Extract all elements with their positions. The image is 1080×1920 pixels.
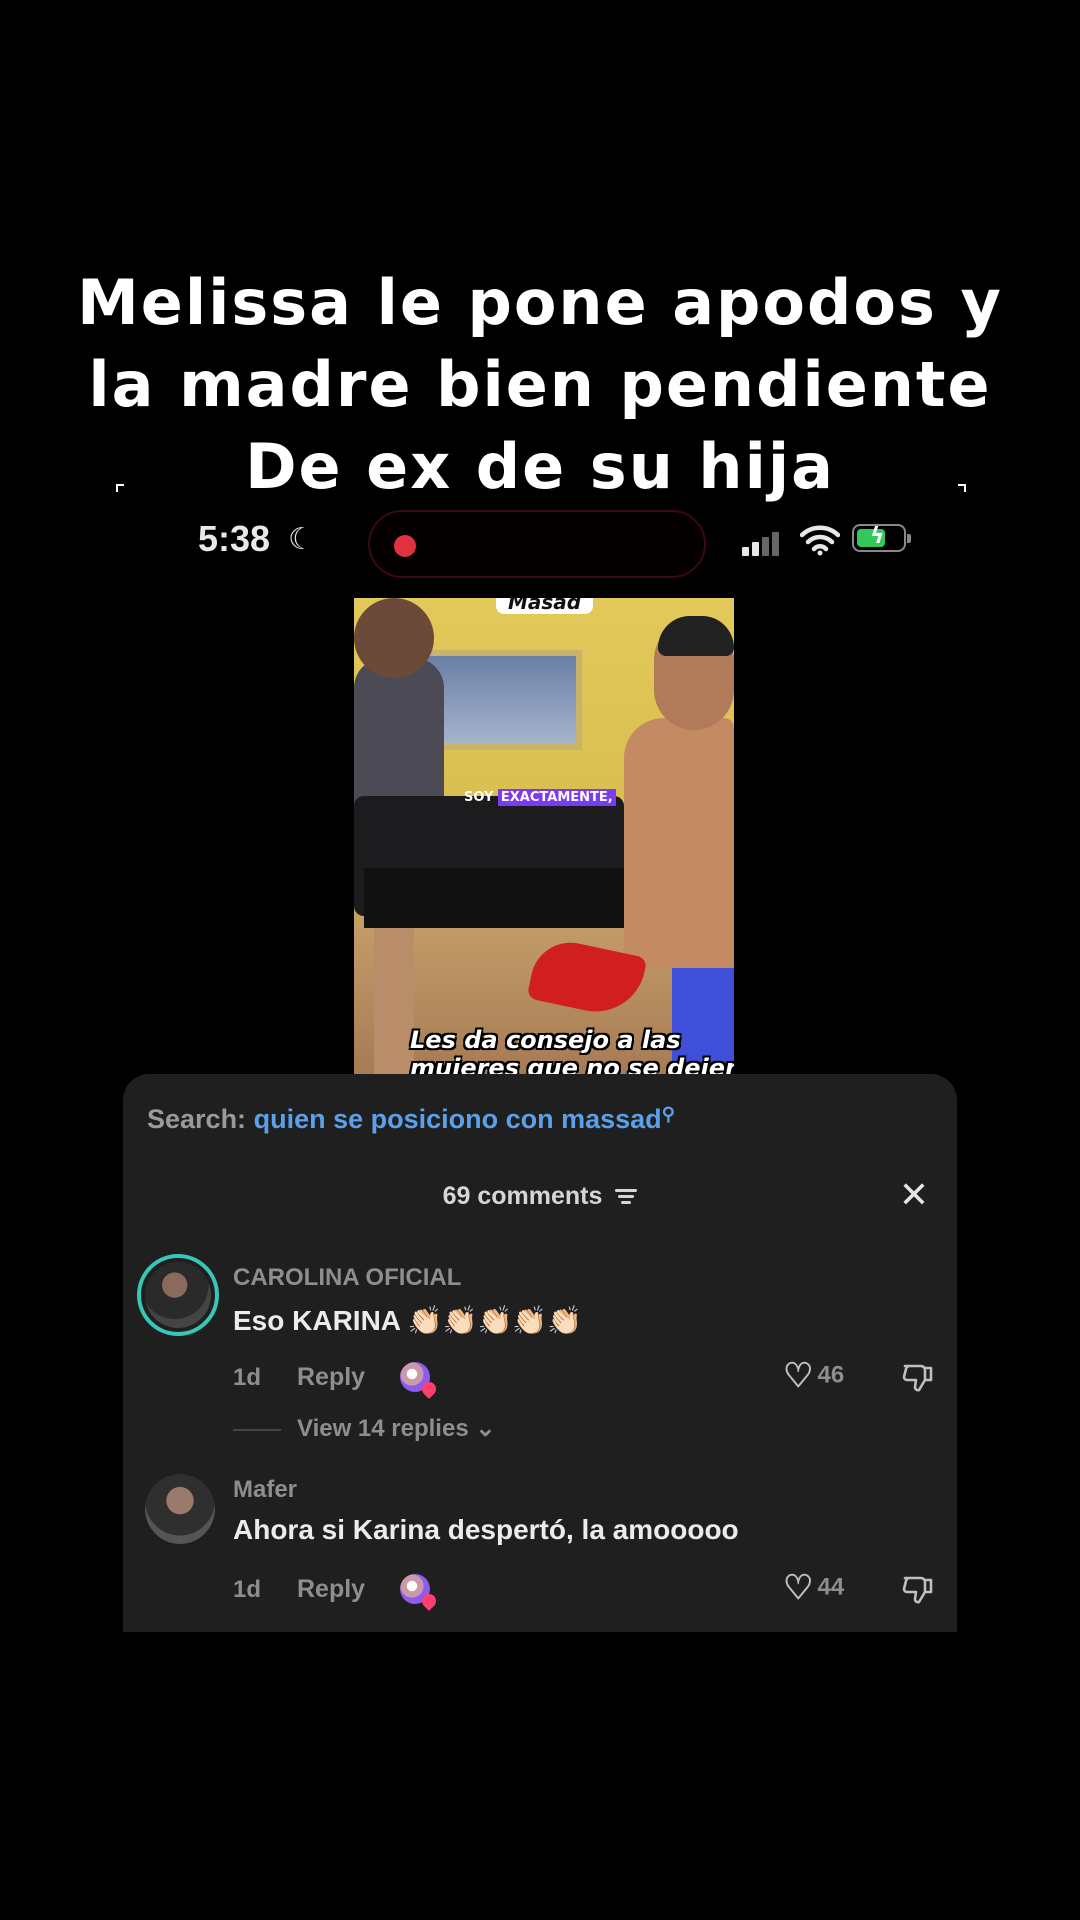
caption-line-1: Melissa le pone apodos y [77, 266, 1003, 339]
caption-line-3: De ex de su hija [245, 430, 835, 503]
like-button[interactable]: ♡ 46 [783, 1356, 844, 1396]
comment-text: Eso KARINA 👏🏻👏🏻👏🏻👏🏻👏🏻 [233, 1305, 583, 1336]
dislike-icon[interactable] [901, 1572, 935, 1606]
crop-corner-left [116, 484, 124, 492]
crop-corner-right [958, 484, 966, 492]
video-subtitle: SOY EXACTAMENTE, [464, 789, 616, 806]
like-count: 44 [817, 1573, 845, 1601]
video-subtitle-plain: SOY [464, 790, 494, 805]
like-button[interactable]: ♡ 44 [783, 1568, 844, 1608]
caption-line-2: la madre bien pendiente [88, 348, 992, 421]
reply-button[interactable]: Reply [297, 1575, 365, 1604]
dislike-icon[interactable] [901, 1360, 935, 1394]
comment-item: Mafer Ahora si Karina despertó, la amooo… [123, 1466, 957, 1632]
reply-button[interactable]: Reply [297, 1363, 365, 1392]
avatar[interactable] [145, 1474, 215, 1544]
comment-username[interactable]: Mafer [233, 1476, 297, 1504]
battery-icon: ϟ [852, 524, 911, 552]
heart-icon: ♡ [783, 1357, 814, 1395]
dynamic-island[interactable] [368, 510, 706, 578]
comment-text: Ahora si Karina despertó, la amooooo [233, 1514, 739, 1545]
cellular-signal-icon [742, 530, 788, 556]
moon-icon: ☾ [288, 522, 315, 557]
comments-header: 69 comments [123, 1182, 957, 1211]
comment-username[interactable]: CAROLINA OFICIAL [233, 1264, 461, 1292]
video-caption: Melissa le pone apodos y la madre bien p… [0, 262, 1080, 508]
status-bar: 5:38 ☾ ϟ [0, 510, 1080, 578]
comments-count: 69 comments [442, 1182, 603, 1210]
chevron-down-icon: ⌄ [475, 1415, 496, 1442]
close-icon[interactable]: ✕ [899, 1178, 929, 1214]
comment-age: 1d [233, 1364, 262, 1391]
video-subtitle-highlight: EXACTAMENTE, [497, 789, 616, 806]
wifi-icon [800, 525, 840, 556]
reaction-icon[interactable] [400, 1574, 430, 1604]
video-title-label: Masad [496, 598, 594, 614]
status-time: 5:38 [198, 518, 271, 559]
comments-panel: Search: quien se posiciono con massad⚲ 6… [123, 1074, 957, 1632]
recording-indicator-icon [394, 535, 416, 557]
search-label: Search: [147, 1104, 247, 1134]
search-query-link[interactable]: quien se posiciono con massad [254, 1104, 662, 1134]
video-overlay-caption: Les da consejo a las mujeres que no se d… [410, 1026, 734, 1074]
sort-icon[interactable] [615, 1189, 638, 1205]
search-icon[interactable]: ⚲ [662, 1104, 675, 1124]
avatar[interactable] [137, 1254, 219, 1336]
comment-item: CAROLINA OFICIAL Eso KARINA 👏🏻👏🏻👏🏻👏🏻👏🏻 1… [123, 1244, 957, 1444]
comment-age: 1d [233, 1576, 262, 1603]
search-suggestion[interactable]: Search: quien se posiciono con massad⚲ [147, 1104, 675, 1135]
video-thumbnail[interactable]: Masad SOY EXACTAMENTE, Les da consejo a … [354, 598, 734, 1074]
video-caption-line-1: Les da consejo a las [410, 1026, 681, 1054]
heart-icon: ♡ [783, 1569, 814, 1607]
like-count: 46 [817, 1361, 845, 1389]
video-caption-line-2: mujeres que no se dejen [410, 1054, 734, 1074]
view-replies-label: View 14 replies [297, 1415, 469, 1442]
view-replies-button[interactable]: View 14 replies ⌄ [233, 1414, 495, 1443]
reaction-icon[interactable] [400, 1362, 430, 1392]
